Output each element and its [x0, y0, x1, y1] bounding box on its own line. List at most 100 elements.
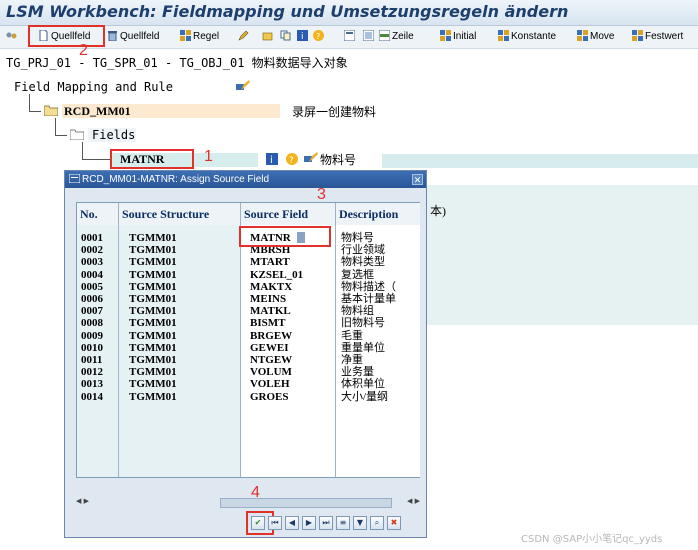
table-row[interactable]: 0003 TGMM01 MTART 物料类型 [77, 256, 419, 268]
cell-field[interactable]: MATKL [250, 305, 291, 317]
toolbar-label: Move [590, 31, 615, 42]
cell-no: 0012 [81, 366, 103, 379]
first-page-icon[interactable]: ⏮ [268, 516, 282, 530]
cell-field[interactable]: VOLEH [250, 378, 290, 390]
next-page-icon[interactable]: ▶ [302, 516, 316, 530]
find-icon[interactable]: ⌕ [370, 516, 384, 530]
rule-edit-icon[interactable] [304, 152, 318, 167]
rule-icon [498, 30, 509, 41]
collapse-icon[interactable] [344, 28, 357, 45]
info-icon[interactable]: i [297, 28, 310, 45]
rule-icon [440, 30, 451, 41]
help-icon[interactable]: ? [313, 28, 326, 45]
initial-button[interactable]: Initial [440, 28, 476, 45]
cell-field[interactable]: GROES [250, 391, 289, 403]
cell-structure: TGMM01 [129, 244, 177, 257]
cell-desc: 基本计量单 [341, 293, 396, 305]
info-icon[interactable]: i [266, 153, 278, 168]
cancel-icon[interactable]: ✖ [387, 516, 401, 530]
table-row[interactable]: 0008 TGMM01 BISMT 旧物料号 [77, 317, 419, 329]
cell-desc: 毛重 [341, 329, 363, 342]
rule-edit-icon[interactable] [236, 80, 250, 95]
table-row[interactable]: 0004 TGMM01 KZSEL_01 复选框 [77, 269, 419, 281]
fields-node[interactable]: Fields [92, 128, 135, 142]
cell-no: 0013 [81, 378, 103, 391]
delete-source-field-button[interactable]: Quellfeld [107, 28, 159, 45]
cell-field[interactable]: BISMT [250, 317, 285, 329]
scroll-right-icon[interactable]: ◀ ▶ [407, 497, 420, 505]
trash-icon [108, 31, 117, 41]
window-title: LSM Workbench: Fieldmapping und Umsetzun… [6, 2, 569, 21]
column-header-no[interactable]: No. [77, 203, 119, 225]
sort-icon[interactable]: ≡ [336, 516, 350, 530]
cell-no: 0009 [81, 329, 103, 342]
table-row[interactable]: 0010 TGMM01 GEWEI 重量单位 [77, 342, 419, 354]
copy-icon[interactable] [280, 28, 293, 45]
expand-icon[interactable] [363, 28, 376, 45]
toolbar-label: Konstante [511, 31, 557, 42]
watermark: CSDN @SAP小小笔记qc_yyds [521, 534, 663, 545]
cell-field[interactable]: MTART [250, 256, 290, 268]
fixed-value-button[interactable]: Festwert [632, 28, 683, 45]
constant-button[interactable]: Konstante [498, 28, 556, 45]
table-row[interactable]: 0012 TGMM01 VOLUM 业务量 [77, 366, 419, 378]
cell-desc: 物料类型 [341, 256, 385, 269]
horizontal-scrollbar[interactable]: ◀ ▶ ◀ ▶ [76, 497, 420, 508]
annotation-number-1: 1 [204, 148, 213, 165]
cell-desc: 重量单位 [341, 341, 385, 354]
confirm-icon[interactable]: ✔ [251, 516, 265, 530]
cell-field[interactable]: NTGEW [250, 354, 292, 366]
cell-field[interactable]: VOLUM [250, 366, 292, 378]
teal-band [382, 154, 698, 168]
column-header-source-structure[interactable]: Source Structure [119, 203, 241, 225]
scroll-left-icon[interactable]: ◀ ▶ [76, 497, 89, 505]
breadcrumb: TG_PRJ_01 - TG_SPR_01 - TG_OBJ_01 物料数据导入… [6, 56, 348, 70]
dialog-title: RCD_MM01-MATNR: Assign Source Field [82, 174, 270, 185]
cell-desc: 体积单位 [341, 378, 385, 391]
table-row[interactable]: 0013 TGMM01 VOLEH 体积单位 [77, 378, 419, 390]
cell-desc: 旧物料号 [341, 317, 385, 330]
table-row[interactable]: 0014 TGMM01 GROES 大小/量纲 [77, 391, 419, 403]
folder-icon [43, 105, 59, 119]
tree-root[interactable]: Field Mapping and Rule [14, 80, 173, 94]
prev-page-icon[interactable]: ◀ [285, 516, 299, 530]
column-header-description[interactable]: Description [336, 203, 420, 225]
cell-no: 0010 [81, 341, 103, 354]
rule-button[interactable]: Regel [180, 28, 219, 45]
close-icon[interactable]: ✕ [412, 174, 423, 185]
table-row[interactable]: 0006 TGMM01 MEINS 基本计量单 [77, 293, 419, 305]
table-row[interactable]: 0011 TGMM01 NTGEW 净重 [77, 354, 419, 366]
annotation-box-1 [110, 149, 194, 169]
cell-field[interactable]: MAKTX [250, 281, 292, 293]
cell-field[interactable]: BRGEW [250, 330, 292, 342]
structure-description: 录屏一创建物料 [292, 105, 377, 119]
cell-no: 0001 [81, 232, 103, 244]
cell-field[interactable]: MEINS [250, 293, 286, 305]
column-header-source-field[interactable]: Source Field [241, 203, 336, 225]
cell-field[interactable]: GEWEI [250, 342, 289, 354]
row-icon [379, 30, 390, 41]
cell-structure: TGMM01 [129, 354, 177, 366]
cell-structure: TGMM01 [129, 280, 177, 293]
table-row[interactable]: 0005 TGMM01 MAKTX 物料描述（ [77, 281, 419, 293]
edit-icon[interactable] [238, 28, 251, 45]
structure-name[interactable]: RCD_MM01 [64, 104, 131, 119]
display-toggle-icon[interactable] [6, 28, 19, 45]
row-button[interactable]: Zeile [379, 28, 414, 45]
cell-structure: TGMM01 [129, 378, 177, 391]
toggle-icon[interactable] [262, 28, 275, 45]
filter-icon[interactable]: ▼ [353, 516, 367, 530]
last-page-icon[interactable]: ⏭ [319, 516, 333, 530]
toolbar-label: Zeile [392, 31, 414, 42]
scroll-thumb[interactable] [220, 498, 392, 508]
help-icon[interactable]: ? [286, 153, 298, 168]
toolbar-label: Festwert [645, 31, 684, 42]
table-row[interactable]: 0007 TGMM01 MATKL 物料组 [77, 305, 419, 317]
cell-field[interactable]: KZSEL_01 [250, 269, 303, 281]
assign-source-field-dialog: RCD_MM01-MATNR: Assign Source Field ✕ No… [64, 170, 427, 538]
cell-structure: TGMM01 [129, 329, 177, 342]
cell-structure: TGMM01 [129, 293, 177, 305]
rule-icon [180, 30, 191, 41]
move-button[interactable]: Move [577, 28, 614, 45]
table-row[interactable]: 0009 TGMM01 BRGEW 毛重 [77, 330, 419, 342]
